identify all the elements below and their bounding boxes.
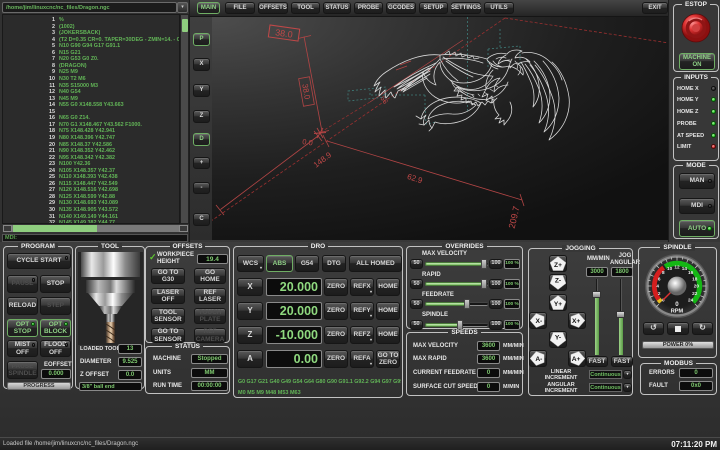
svg-text:24: 24	[688, 297, 694, 302]
svg-text:X+: X+	[572, 318, 580, 325]
svg-text:Z-: Z-	[554, 278, 560, 285]
svg-text:62.9: 62.9	[406, 172, 424, 186]
svg-text:209.7: 209.7	[507, 205, 522, 229]
svg-text:16: 16	[688, 270, 694, 275]
svg-text:12: 12	[674, 264, 680, 269]
svg-text:A-: A-	[535, 356, 542, 363]
svg-text:Y-: Y-	[554, 335, 560, 342]
svg-text:2: 2	[658, 291, 661, 296]
svg-text:14: 14	[682, 266, 688, 271]
svg-text:20: 20	[694, 284, 700, 289]
svg-text:X-: X-	[536, 318, 543, 325]
svg-text:148.9: 148.9	[312, 150, 334, 170]
svg-text:4: 4	[656, 284, 659, 289]
svg-text:18: 18	[692, 276, 698, 281]
svg-text:6: 6	[658, 276, 661, 281]
svg-text:0.0: 0.0	[302, 137, 314, 147]
svg-text:A+: A+	[572, 356, 581, 363]
svg-text:Z+: Z+	[554, 262, 562, 269]
svg-text:Y+: Y+	[553, 301, 561, 308]
svg-text:10: 10	[667, 266, 673, 271]
svg-text:0: 0	[675, 301, 679, 308]
svg-text:RPM: RPM	[671, 308, 684, 314]
svg-text:22: 22	[692, 291, 698, 296]
svg-text:8: 8	[662, 270, 665, 275]
